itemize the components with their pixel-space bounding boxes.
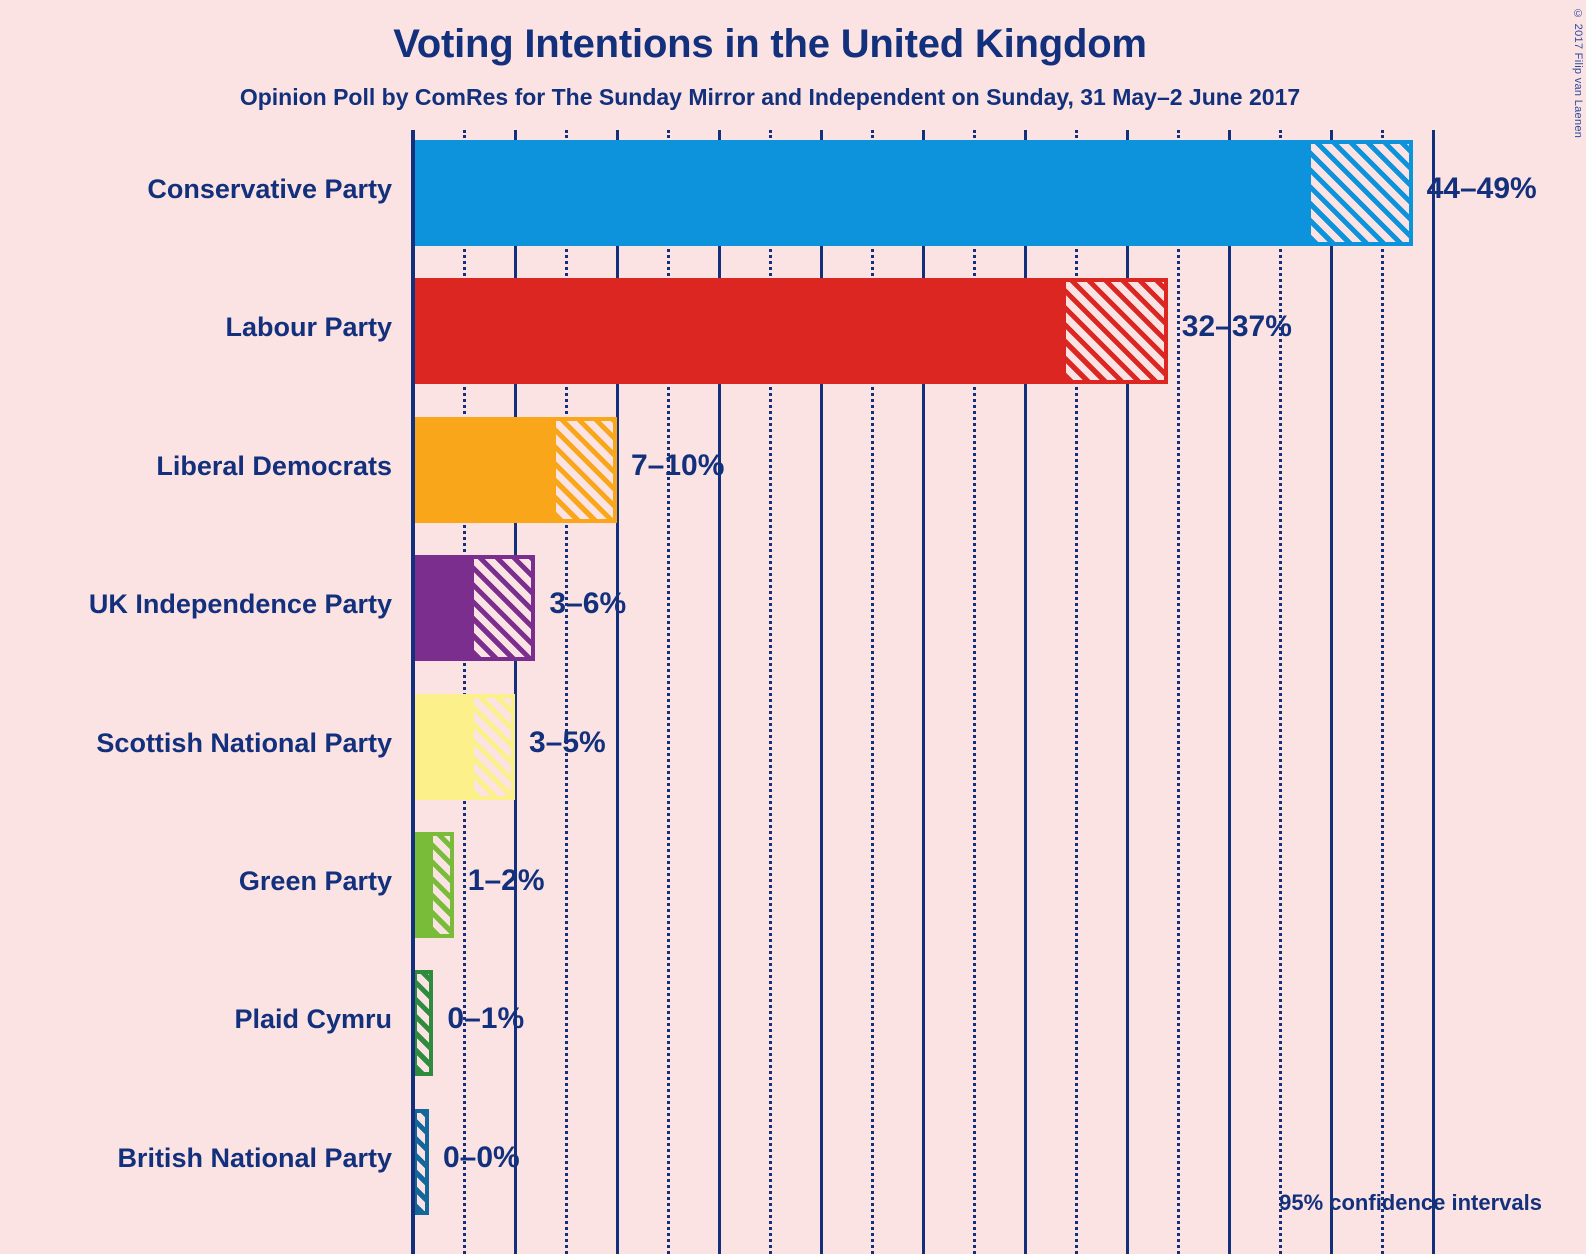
bar-solid-segment bbox=[417, 420, 556, 519]
category-label: Scottish National Party bbox=[96, 727, 392, 758]
value-label: 32–37% bbox=[1181, 310, 1292, 344]
bar-row: Green Party 1–2% bbox=[0, 832, 1586, 938]
copyright-notice: © 2017 Filip van Laenen bbox=[1572, 8, 1584, 139]
bar-solid-segment bbox=[417, 559, 475, 658]
bar-solid-segment bbox=[417, 282, 1066, 381]
confidence-interval-bar bbox=[413, 555, 536, 662]
confidence-interval-note: 95% confidence intervals bbox=[1279, 1190, 1542, 1215]
bar-hatched-segment bbox=[1065, 282, 1164, 381]
bar-row: UK Independence Party 3–6% bbox=[0, 555, 1586, 662]
confidence-interval-bar bbox=[413, 970, 434, 1077]
bar-hatched-segment bbox=[474, 559, 532, 658]
bar-hatched-segment bbox=[555, 420, 613, 519]
value-label: 1–2% bbox=[467, 864, 545, 897]
chart-title: Voting Intentions in the United Kingdom bbox=[393, 22, 1147, 66]
value-axis bbox=[411, 130, 415, 1254]
bar-hatched-segment bbox=[474, 697, 511, 796]
category-label: UK Independence Party bbox=[88, 589, 392, 620]
bar-solid-segment bbox=[417, 144, 1311, 242]
value-label: 44–49% bbox=[1426, 172, 1537, 205]
bar-solid-segment bbox=[417, 836, 434, 934]
bar-hatched-segment bbox=[433, 836, 450, 934]
category-label: Conservative Party bbox=[147, 174, 392, 204]
value-label: 7–10% bbox=[631, 448, 725, 482]
bar-hatched-segment bbox=[1310, 144, 1409, 242]
confidence-interval-bar bbox=[413, 832, 454, 938]
bar-hatched-segment bbox=[417, 1112, 425, 1211]
confidence-interval-bar bbox=[413, 416, 617, 523]
confidence-interval-bar bbox=[413, 693, 515, 800]
confidence-interval-bar bbox=[413, 278, 1168, 385]
category-label: Labour Party bbox=[225, 312, 392, 343]
bar-row: Liberal Democrats 7–10% bbox=[0, 416, 1586, 523]
value-label: 0–1% bbox=[447, 1002, 525, 1036]
value-label: 0–0% bbox=[443, 1140, 520, 1174]
category-label: Liberal Democrats bbox=[156, 450, 392, 481]
bar-solid-segment bbox=[417, 697, 475, 796]
category-label: Green Party bbox=[238, 866, 392, 896]
value-label: 3–5% bbox=[529, 725, 606, 759]
bar-hatched-segment bbox=[417, 974, 430, 1073]
bar-row: Plaid Cymru 0–1% bbox=[0, 970, 1586, 1077]
category-label: British National Party bbox=[117, 1142, 392, 1173]
bar-row: Labour Party 32–37% bbox=[0, 278, 1586, 385]
bar-row: Scottish National Party 3–5% bbox=[0, 693, 1586, 800]
value-label: 3–6% bbox=[549, 587, 627, 621]
confidence-interval-bar bbox=[413, 140, 1413, 246]
bar-row: Conservative Party 44–49% bbox=[0, 140, 1586, 246]
plot-area: Conservative Party 44–49% Labour Party 32–3… bbox=[0, 130, 1586, 1254]
chart-subtitle: Opinion Poll by ComRes for The Sunday Mi… bbox=[239, 84, 1301, 110]
chart-page: Voting Intentions in the United Kingdom … bbox=[0, 0, 1586, 1254]
category-label: Plaid Cymru bbox=[234, 1004, 392, 1035]
confidence-interval-bar bbox=[413, 1108, 429, 1215]
